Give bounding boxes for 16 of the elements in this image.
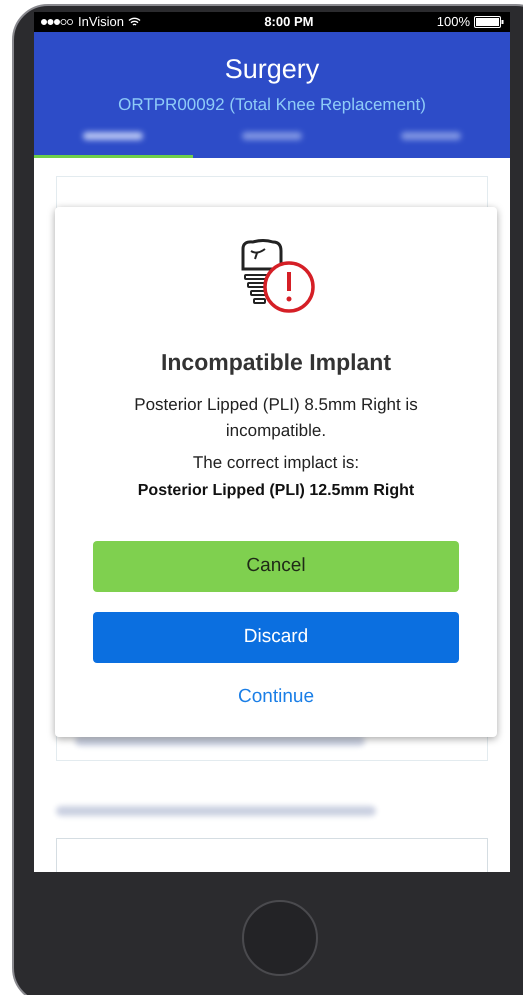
dialog-button[interactable]: Cancel — [93, 541, 459, 592]
wifi-icon — [128, 16, 142, 27]
carrier-name: InVision — [78, 13, 124, 31]
dialog-button[interactable]: Discard — [93, 612, 459, 663]
dialog-title: Incompatible Implant — [160, 348, 392, 377]
input-field[interactable] — [56, 838, 488, 872]
signal-dots-icon — [40, 18, 74, 26]
header-subtitle: ORTPR00092 (Total Knee Replacement) — [118, 94, 426, 116]
status-time: 8:00 PM — [264, 13, 314, 31]
battery-icon — [474, 16, 504, 28]
dialog-message: Posterior Lipped (PLI) 8.5mm Right is incompatible. — [133, 394, 419, 442]
correct-implant-value: Posterior Lipped (PLI) 12.5mm Right — [138, 481, 414, 501]
correct-implant-label: The correct implact is: — [192, 452, 360, 474]
header-title: Surgery — [224, 52, 320, 86]
continue-link[interactable]: Continue — [230, 683, 322, 712]
battery-percent: 100% — [436, 13, 470, 31]
